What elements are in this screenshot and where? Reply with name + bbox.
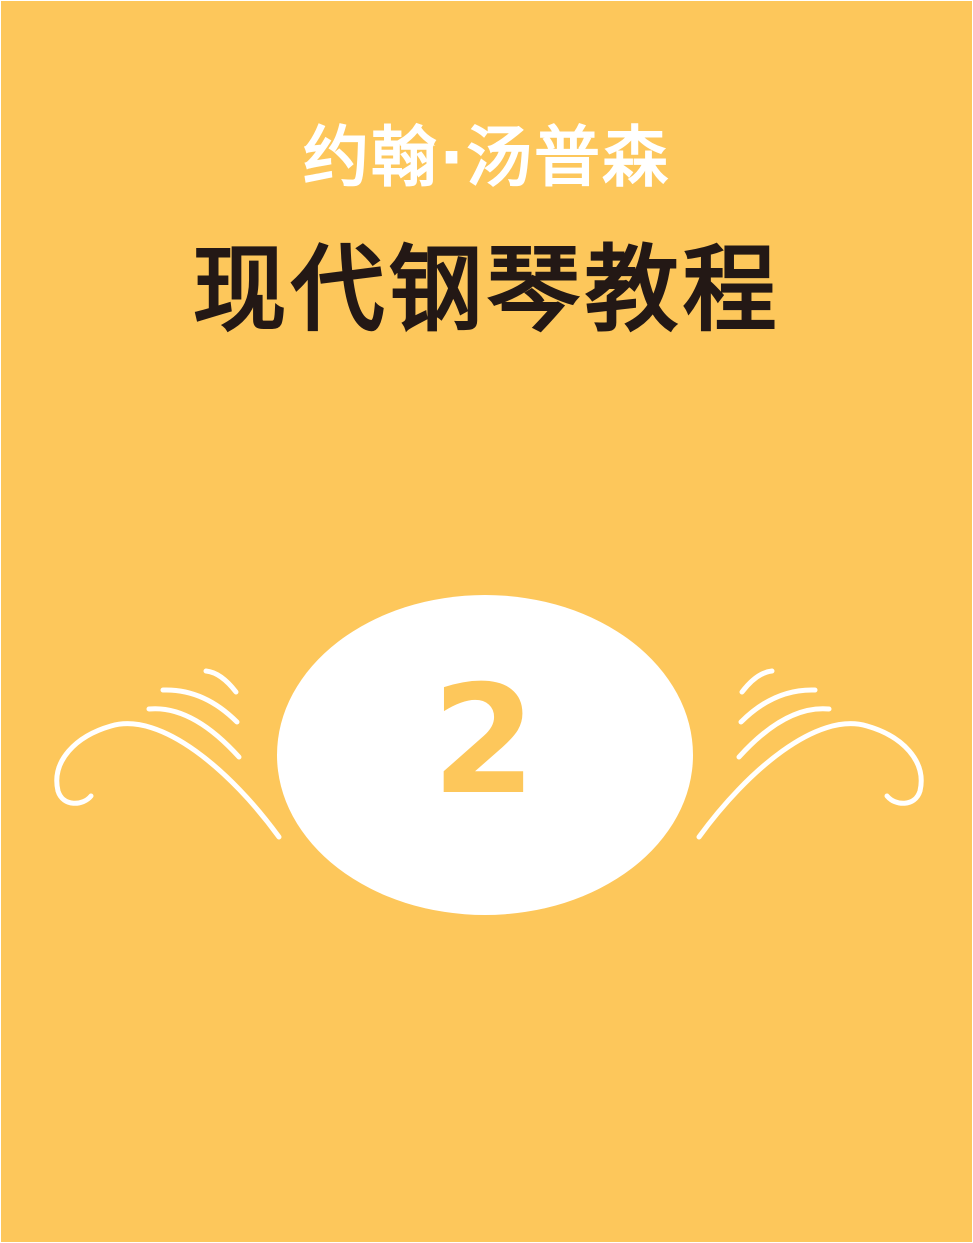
book-title: 现代钢琴教程 <box>192 236 781 345</box>
volume-number: 2 <box>431 654 537 828</box>
left-flourish-icon <box>54 668 282 840</box>
author-name: 约翰·汤普森 <box>302 119 671 196</box>
right-flourish-icon <box>696 668 924 840</box>
book-cover: 约翰·汤普森 现代钢琴教程 2 <box>1 1 972 1242</box>
